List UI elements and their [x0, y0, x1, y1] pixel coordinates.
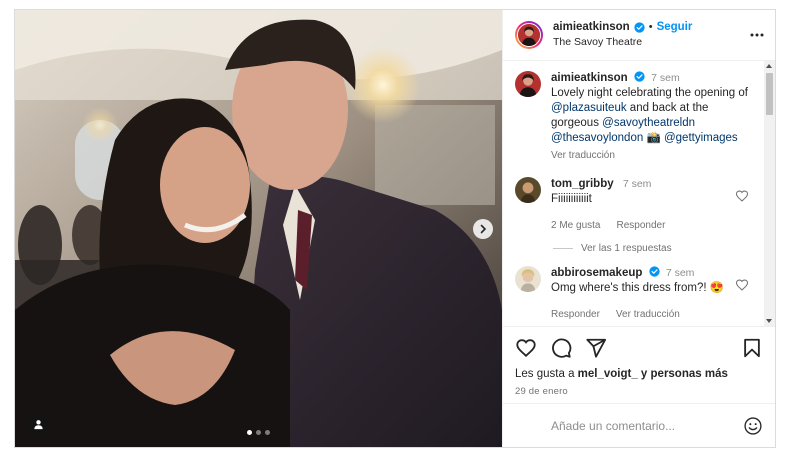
commenter-avatar-image — [515, 177, 541, 203]
comment-username[interactable]: abbirosemakeup — [551, 267, 642, 279]
comment-input[interactable] — [551, 418, 743, 433]
post-modal: aimieatkinson • Seguir The Savoy Theatre — [14, 9, 776, 448]
comment-username[interactable]: tom_gribby — [551, 178, 614, 190]
caption-avatar-image — [515, 71, 541, 97]
post-actions: Les gusta a mel_voigt_ y personas más 29… — [503, 326, 775, 403]
verified-badge-icon — [634, 71, 645, 82]
author-avatar-image — [518, 24, 540, 46]
carousel-dot — [265, 430, 270, 435]
post-date[interactable]: 29 de enero — [515, 386, 763, 397]
author-username[interactable]: aimieatkinson — [553, 20, 630, 35]
post-side-panel: aimieatkinson • Seguir The Savoy Theatre — [502, 10, 775, 447]
likes-prefix: Les gusta a — [515, 368, 578, 380]
caption-text: Lovely night celebrating the opening of … — [551, 86, 749, 146]
heart-eyes-emoji: 😍 — [709, 282, 725, 294]
likes-suffix[interactable]: y personas más — [638, 368, 728, 380]
post-location[interactable]: The Savoy Theatre — [553, 35, 749, 50]
comments-list[interactable]: aimieatkinson 7 sem Lovely night celebra… — [503, 61, 775, 326]
likes-summary[interactable]: Les gusta a mel_voigt_ y personas más — [515, 368, 763, 380]
comments-scrollbar[interactable] — [764, 61, 775, 326]
next-slide-button[interactable] — [473, 219, 493, 239]
carousel-dot — [247, 430, 252, 435]
chevron-right-icon — [480, 224, 487, 234]
caption-time[interactable]: 7 sem — [651, 72, 680, 84]
more-options-button[interactable] — [749, 27, 765, 43]
like-comment-icon[interactable] — [735, 189, 749, 203]
comment-icon[interactable] — [550, 337, 572, 359]
reply-button[interactable]: Responder — [551, 307, 600, 322]
mention-link[interactable]: @savoytheatreldn — [602, 117, 695, 129]
like-comment-icon[interactable] — [735, 278, 749, 292]
comment-text: Fiiiiiiiiiiiit — [551, 193, 592, 205]
view-replies-button[interactable]: Ver las 1 respuestas — [553, 243, 761, 254]
comment-composer — [503, 403, 775, 447]
comment-text-line: Omg where's this dress from?! 😍 — [551, 281, 735, 296]
post-header: aimieatkinson • Seguir The Savoy Theatre — [503, 10, 775, 61]
user-tag-icon — [33, 419, 43, 429]
comment-likes-count[interactable]: 2 Me gusta — [551, 218, 600, 233]
smiley-icon[interactable] — [743, 416, 763, 436]
comment-text: Omg where's this dress from?! — [551, 282, 707, 294]
carousel-dot — [256, 430, 261, 435]
caption-username[interactable]: aimieatkinson — [551, 72, 628, 84]
comment-item: abbirosemakeup 7 sem Omg where's this dr… — [515, 266, 761, 322]
photo-scene — [15, 10, 502, 447]
commenter-avatar[interactable] — [515, 177, 541, 203]
post-photo[interactable] — [15, 10, 502, 447]
comment-time[interactable]: 7 sem — [666, 267, 695, 279]
comment-item: tom_gribby 7 sem Fiiiiiiiiiiiit 2 Me gus… — [515, 177, 761, 233]
verified-badge-icon — [648, 266, 660, 277]
caption: aimieatkinson 7 sem Lovely night celebra… — [515, 71, 761, 163]
mention-link[interactable]: @thesavoylondon — [551, 132, 643, 144]
likes-user[interactable]: mel_voigt_ — [578, 368, 638, 380]
scroll-thumb[interactable] — [766, 73, 773, 115]
caption-text-part: Lovely night celebrating the opening of — [551, 87, 748, 99]
follow-button[interactable]: Seguir — [657, 20, 693, 35]
commenter-avatar[interactable] — [515, 266, 541, 292]
camera-emoji: 📸 — [646, 132, 661, 144]
comment-time[interactable]: 7 sem — [623, 178, 652, 190]
scroll-up-arrow[interactable] — [766, 64, 772, 68]
see-translation-link[interactable]: Ver traducción — [551, 148, 749, 163]
view-replies-label: Ver las 1 respuestas — [581, 243, 672, 254]
verified-badge-icon — [634, 22, 645, 33]
more-options-icon — [750, 33, 764, 37]
commenter-avatar-image — [515, 266, 541, 292]
heart-icon[interactable] — [515, 337, 537, 359]
reply-button[interactable]: Responder — [616, 218, 665, 233]
mention-link[interactable]: @gettyimages — [664, 132, 738, 144]
author-avatar[interactable] — [515, 21, 543, 49]
carousel-indicator — [15, 430, 502, 435]
see-translation-link[interactable]: Ver traducción — [616, 307, 680, 322]
bookmark-icon[interactable] — [741, 337, 763, 359]
replies-divider — [553, 248, 573, 249]
caption-avatar[interactable] — [515, 71, 541, 97]
header-separator: • — [648, 21, 653, 33]
scroll-down-arrow[interactable] — [766, 319, 772, 323]
share-icon[interactable] — [585, 337, 607, 359]
mention-link[interactable]: @plazasuiteuk — [551, 102, 627, 114]
